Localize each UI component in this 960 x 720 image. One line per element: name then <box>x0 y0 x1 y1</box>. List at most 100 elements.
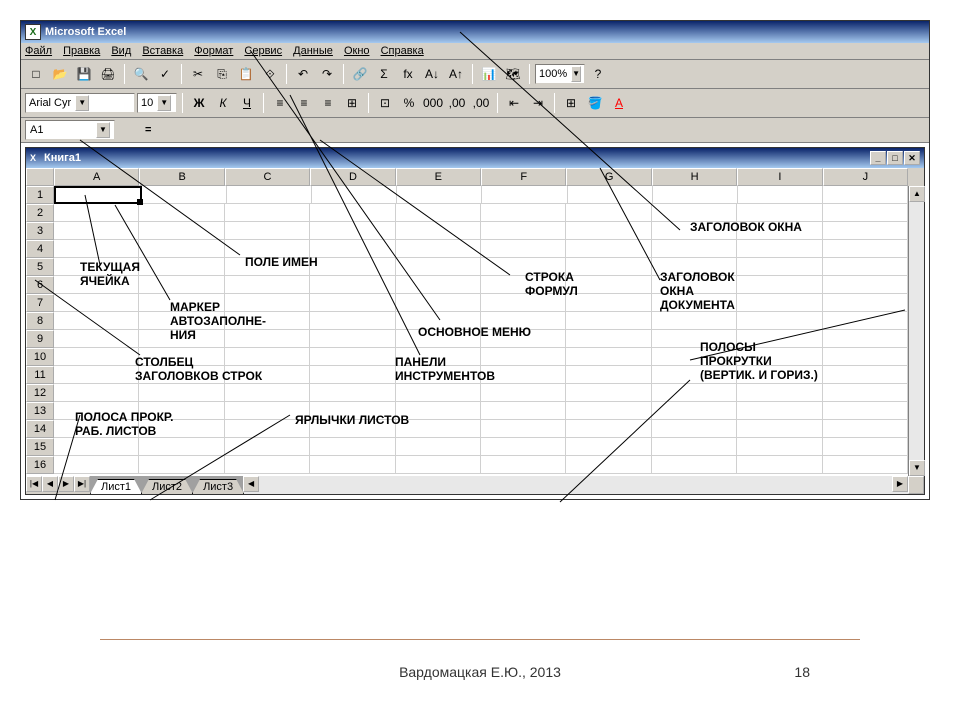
cell-I4[interactable] <box>737 240 822 258</box>
menu-tools[interactable]: Сервис <box>244 45 282 57</box>
cell-J11[interactable] <box>823 366 908 384</box>
column-header-B[interactable]: B <box>139 168 224 186</box>
cell-D4[interactable] <box>310 240 395 258</box>
outdent-icon[interactable]: ⇤ <box>503 92 525 114</box>
cell-A7[interactable] <box>54 294 139 312</box>
row-header-3[interactable]: 3 <box>26 222 54 240</box>
format-icon[interactable]: ⟐ <box>259 63 281 85</box>
inc-dec-icon[interactable]: ,00 <box>446 92 468 114</box>
cell-D2[interactable] <box>310 204 395 222</box>
cell-F4[interactable] <box>481 240 566 258</box>
cell-J6[interactable] <box>823 276 908 294</box>
menu-help[interactable]: Справка <box>381 45 424 57</box>
cell-I13[interactable] <box>737 402 822 420</box>
row-header-13[interactable]: 13 <box>26 402 54 420</box>
cell-C1[interactable] <box>227 186 312 204</box>
align-left-icon[interactable]: ≡ <box>269 92 291 114</box>
sum-icon[interactable]: Σ <box>373 63 395 85</box>
column-header-D[interactable]: D <box>310 168 395 186</box>
cell-A15[interactable] <box>54 438 139 456</box>
cell-C2[interactable] <box>225 204 310 222</box>
cell-F14[interactable] <box>481 420 566 438</box>
fx-icon[interactable]: fх <box>397 63 419 85</box>
cell-G13[interactable] <box>566 402 651 420</box>
cell-E16[interactable] <box>396 456 481 474</box>
row-header-4[interactable]: 4 <box>26 240 54 258</box>
cell-G8[interactable] <box>566 312 651 330</box>
horizontal-scrollbar[interactable]: ◀ ▶ <box>243 476 908 494</box>
cell-G7[interactable] <box>566 294 651 312</box>
cell-B2[interactable] <box>139 204 224 222</box>
next-sheet-icon[interactable]: ▶ <box>58 476 74 492</box>
cell-B3[interactable] <box>139 222 224 240</box>
cell-E1[interactable] <box>397 186 482 204</box>
cell-J8[interactable] <box>823 312 908 330</box>
zoom-combo[interactable]: 100%▼ <box>535 64 585 84</box>
maximize-icon[interactable]: □ <box>887 151 903 165</box>
cell-H15[interactable] <box>652 438 737 456</box>
paste-icon[interactable]: 📋 <box>235 63 257 85</box>
menu-window[interactable]: Окно <box>344 45 370 57</box>
cell-B1[interactable] <box>142 186 227 204</box>
percent-icon[interactable]: % <box>398 92 420 114</box>
cell-A2[interactable] <box>54 204 139 222</box>
cut-icon[interactable]: ✂ <box>187 63 209 85</box>
column-header-E[interactable]: E <box>396 168 481 186</box>
chevron-down-icon[interactable]: ▼ <box>75 95 89 111</box>
cell-D3[interactable] <box>310 222 395 240</box>
print-icon[interactable]: 🖨 <box>97 63 119 85</box>
cell-G6[interactable] <box>566 276 651 294</box>
chevron-down-icon[interactable]: ▼ <box>571 66 581 82</box>
font-color-icon[interactable]: A <box>608 92 630 114</box>
cell-G3[interactable] <box>566 222 651 240</box>
cell-E2[interactable] <box>396 204 481 222</box>
cell-B12[interactable] <box>139 384 224 402</box>
scroll-right-icon[interactable]: ▶ <box>892 476 908 492</box>
cell-I8[interactable] <box>737 312 822 330</box>
cell-C12[interactable] <box>225 384 310 402</box>
cell-C15[interactable] <box>225 438 310 456</box>
currency-icon[interactable]: ⊡ <box>374 92 396 114</box>
column-header-C[interactable]: C <box>225 168 310 186</box>
cell-F1[interactable] <box>482 186 567 204</box>
help-icon[interactable]: ? <box>587 63 609 85</box>
underline-icon[interactable]: Ч <box>236 92 258 114</box>
font-combo[interactable]: Arial Cyr▼ <box>25 93 135 113</box>
cell-D8[interactable] <box>310 312 395 330</box>
column-header-H[interactable]: H <box>652 168 737 186</box>
row-header-12[interactable]: 12 <box>26 384 54 402</box>
cell-F3[interactable] <box>481 222 566 240</box>
cell-F12[interactable] <box>481 384 566 402</box>
cell-G11[interactable] <box>566 366 651 384</box>
row-header-6[interactable]: 6 <box>26 276 54 294</box>
column-header-J[interactable]: J <box>823 168 908 186</box>
row-header-14[interactable]: 14 <box>26 420 54 438</box>
cell-G4[interactable] <box>566 240 651 258</box>
last-sheet-icon[interactable]: ▶| <box>74 476 90 492</box>
cell-A16[interactable] <box>54 456 139 474</box>
column-header-I[interactable]: I <box>737 168 822 186</box>
cell-G15[interactable] <box>566 438 651 456</box>
cell-J4[interactable] <box>823 240 908 258</box>
sheet-tab-Лист1[interactable]: Лист1 <box>90 479 142 494</box>
cell-G12[interactable] <box>566 384 651 402</box>
cell-D6[interactable] <box>310 276 395 294</box>
merge-icon[interactable]: ⊞ <box>341 92 363 114</box>
cell-A8[interactable] <box>54 312 139 330</box>
cell-H1[interactable] <box>653 186 738 204</box>
menu-format[interactable]: Формат <box>194 45 233 57</box>
chart-icon[interactable]: 📊 <box>478 63 500 85</box>
link-icon[interactable]: 🔗 <box>349 63 371 85</box>
cell-I15[interactable] <box>737 438 822 456</box>
cell-J5[interactable] <box>823 258 908 276</box>
cell-B15[interactable] <box>139 438 224 456</box>
cell-B16[interactable] <box>139 456 224 474</box>
sheet-tab-Лист3[interactable]: Лист3 <box>192 479 244 494</box>
prev-sheet-icon[interactable]: ◀ <box>42 476 58 492</box>
cell-B5[interactable] <box>139 258 224 276</box>
cell-J3[interactable] <box>823 222 908 240</box>
cell-E6[interactable] <box>396 276 481 294</box>
scroll-up-icon[interactable]: ▲ <box>909 186 925 202</box>
cell-G9[interactable] <box>566 330 651 348</box>
align-center-icon[interactable]: ≡ <box>293 92 315 114</box>
